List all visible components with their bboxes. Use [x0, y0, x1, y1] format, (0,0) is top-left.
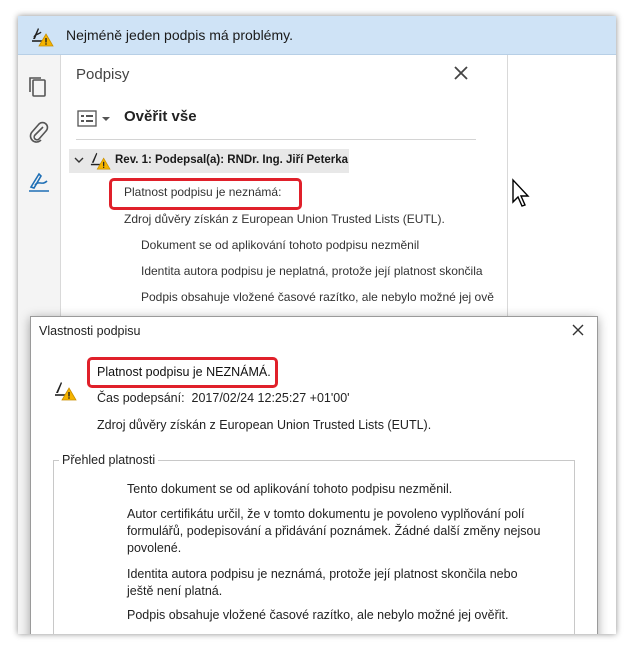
- revision-label: Rev. 1: Podepsal(a): RNDr. Ing. Jiří Pet…: [115, 154, 349, 166]
- panel-title: Podpisy: [76, 66, 130, 83]
- signed-time-label: Čas podepsání:: [97, 391, 185, 405]
- app-window: Nejméně jeden podpis má problémy. Podpis…: [18, 16, 616, 634]
- signature-panel-icon[interactable]: [27, 170, 51, 194]
- trust-source: Zdroj důvěry získán z European Union Tru…: [97, 418, 432, 432]
- signed-time-value: 2017/02/24 12:25:27 +01'00': [191, 391, 350, 405]
- dialog-title: Vlastnosti podpisu: [39, 324, 141, 338]
- signature-warning-icon: [32, 28, 54, 47]
- options-menu-icon[interactable]: [77, 110, 115, 128]
- summary-paragraph: Tento dokument se od aplikování tohoto p…: [127, 482, 453, 496]
- warning-infobar: Nejméně jeden podpis má problémy.: [18, 16, 616, 55]
- verify-all-button[interactable]: Ověřit vše: [124, 108, 197, 125]
- chevron-down-icon[interactable]: [73, 154, 85, 166]
- divider: [76, 139, 476, 140]
- mouse-cursor-icon: [512, 178, 530, 207]
- summary-paragraph: Podpis obsahuje vložené časové razítko, …: [127, 608, 509, 622]
- signature-properties-dialog: Vlastnosti podpisu Platnost podpisu je N…: [30, 316, 598, 634]
- attachment-icon[interactable]: [27, 120, 51, 144]
- pages-icon[interactable]: [27, 75, 51, 99]
- signed-time: Čas podepsání: 2017/02/24 12:25:27 +01'0…: [97, 391, 350, 405]
- trust-source: Zdroj důvěry získán z European Union Tru…: [124, 212, 445, 226]
- close-icon[interactable]: [453, 65, 469, 81]
- summary-paragraph: Autor certifikátu určil, že v tomto doku…: [127, 507, 541, 555]
- summary-paragraph: Identita autora podpisu je neznámá, prot…: [127, 567, 518, 598]
- highlight-box: [87, 357, 278, 388]
- signature-warning-icon: [90, 152, 111, 170]
- group-title: Přehled platnosti: [59, 453, 159, 467]
- detail-item: Identita autora podpisu je neplatná, pro…: [141, 264, 483, 278]
- detail-item: Podpis obsahuje vložené časové razítko, …: [141, 290, 494, 304]
- infobar-message: Nejméně jeden podpis má problémy.: [66, 27, 293, 43]
- detail-item: Dokument se od aplikování tohoto podpisu…: [141, 238, 420, 252]
- signature-warning-icon: [55, 382, 77, 401]
- revision-row[interactable]: Rev. 1: Podepsal(a): RNDr. Ing. Jiří Pet…: [69, 149, 349, 173]
- close-icon[interactable]: [572, 324, 584, 336]
- highlight-box: [109, 178, 302, 210]
